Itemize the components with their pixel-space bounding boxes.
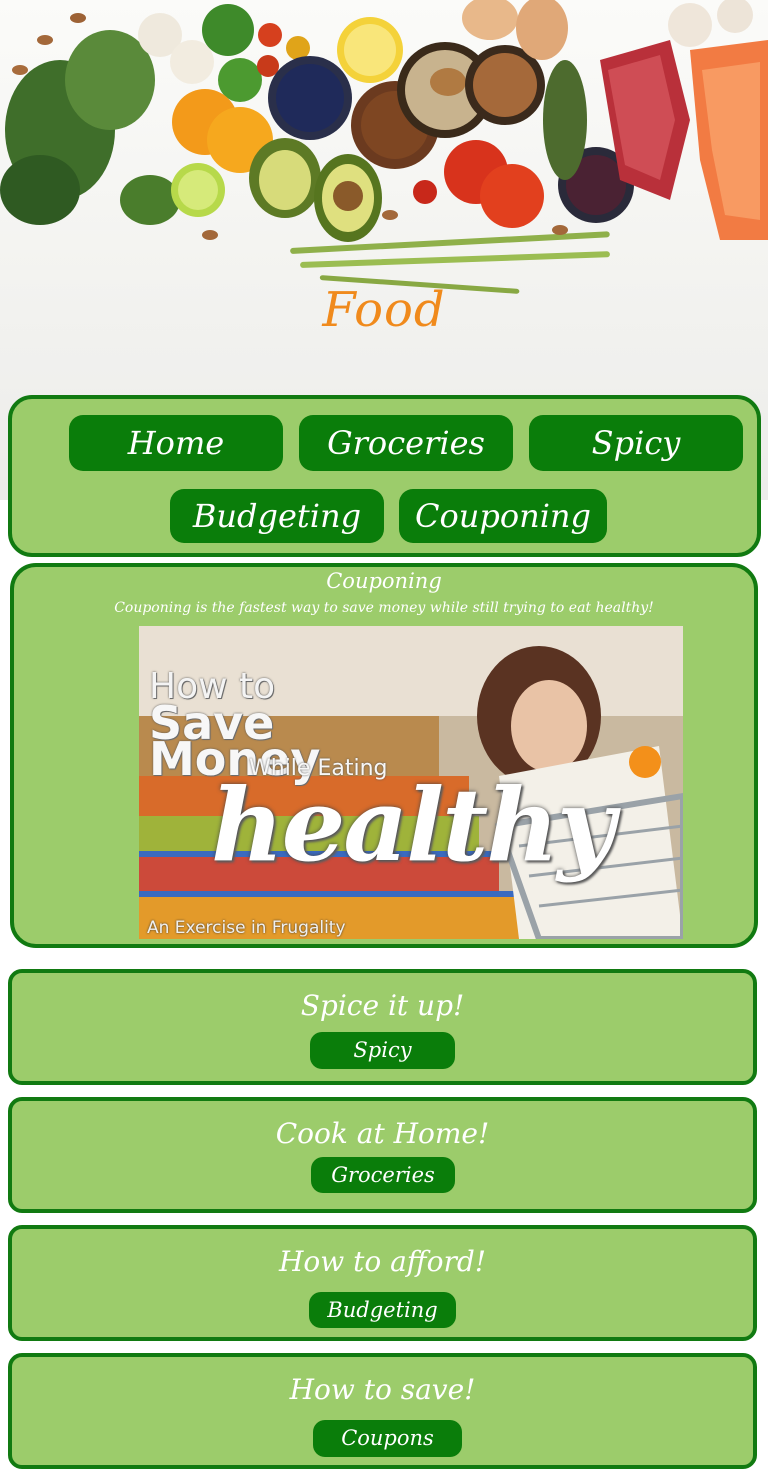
nav-budgeting-button[interactable]: Budgeting [170, 489, 384, 543]
spicy-card-button[interactable]: Spicy [310, 1032, 455, 1069]
feature-title: Couponing [326, 569, 442, 593]
image-text-subtitle: An Exercise in Frugality [147, 918, 346, 938]
groceries-card-title: Cook at Home! [275, 1117, 490, 1150]
nav-spicy-button[interactable]: Spicy [529, 415, 743, 471]
site-title: Food [322, 282, 446, 338]
budgeting-card: How to afford! Budgeting [8, 1225, 757, 1341]
nav-couponing-button[interactable]: Couponing [399, 489, 607, 543]
coupons-card: How to save! Coupons [8, 1353, 757, 1469]
save-money-healthy-image: How to Save Money While Eating healthy A… [139, 626, 683, 939]
coupons-card-title: How to save! [289, 1373, 476, 1406]
spicy-card: Spice it up! Spicy [8, 969, 757, 1085]
nav-home-button[interactable]: Home [69, 415, 283, 471]
budgeting-card-title: How to afford! [278, 1245, 487, 1278]
spicy-card-title: Spice it up! [300, 989, 465, 1022]
coupons-card-button[interactable]: Coupons [313, 1420, 462, 1457]
nav-panel: Home Groceries Spicy Budgeting Couponing [8, 395, 761, 557]
nav-groceries-button[interactable]: Groceries [299, 415, 513, 471]
feature-description: Couponing is the fastest way to save mon… [114, 600, 654, 616]
budgeting-card-button[interactable]: Budgeting [309, 1292, 456, 1328]
feature-panel: Couponing Couponing is the fastest way t… [10, 563, 758, 948]
groceries-card: Cook at Home! Groceries [8, 1097, 757, 1213]
groceries-card-button[interactable]: Groceries [311, 1157, 455, 1193]
image-text-healthy: healthy [211, 766, 615, 884]
